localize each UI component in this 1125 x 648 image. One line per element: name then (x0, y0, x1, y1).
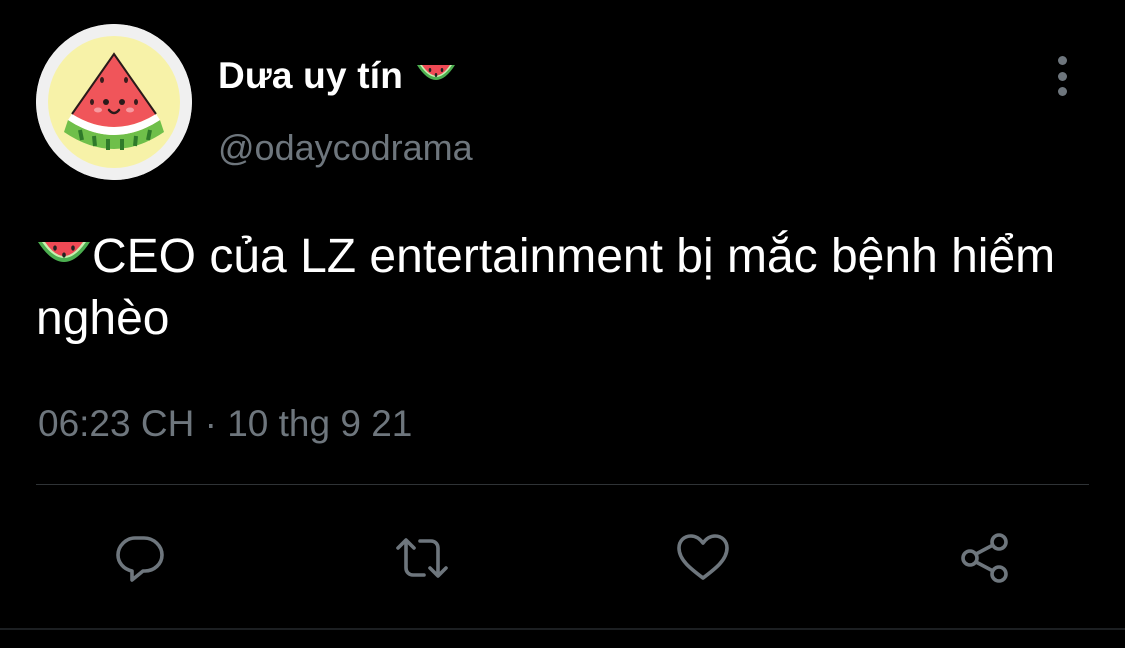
avatar[interactable] (36, 24, 192, 180)
tweet-text: CEO của LZ entertainment bị mắc bệnh hiể… (36, 226, 1106, 350)
share-button[interactable] (955, 528, 1015, 588)
tweet-body-text: CEO của LZ entertainment bị mắc bệnh hiể… (36, 230, 1056, 345)
tweet-timestamp[interactable]: 06:23 CH · 10 thg 9 21 (38, 400, 412, 448)
watermelon-emoji-icon (415, 61, 457, 91)
bottom-divider (0, 628, 1125, 630)
reply-icon (116, 536, 164, 582)
reply-button[interactable] (110, 528, 170, 588)
display-name[interactable]: Dưa uy tín (218, 55, 403, 97)
share-icon (961, 533, 1008, 583)
more-dot (1057, 56, 1067, 65)
retweet-icon (396, 538, 448, 578)
more-dot (1057, 71, 1067, 81)
tweet-card: Dưa uy tín @odaycodrama CEO của LZ enter… (0, 0, 1125, 648)
retweet-button[interactable] (392, 528, 452, 588)
display-name-row[interactable]: Dưa uy tín (218, 52, 457, 100)
watermelon-avatar-icon (36, 24, 192, 180)
like-button[interactable] (673, 528, 733, 588)
like-icon (677, 534, 729, 580)
more-vertical-icon[interactable] (1040, 56, 1084, 96)
watermelon-emoji-icon (36, 230, 92, 270)
user-handle[interactable]: @odaycodrama (218, 124, 473, 172)
divider (36, 484, 1089, 485)
more-dot (1057, 87, 1067, 96)
